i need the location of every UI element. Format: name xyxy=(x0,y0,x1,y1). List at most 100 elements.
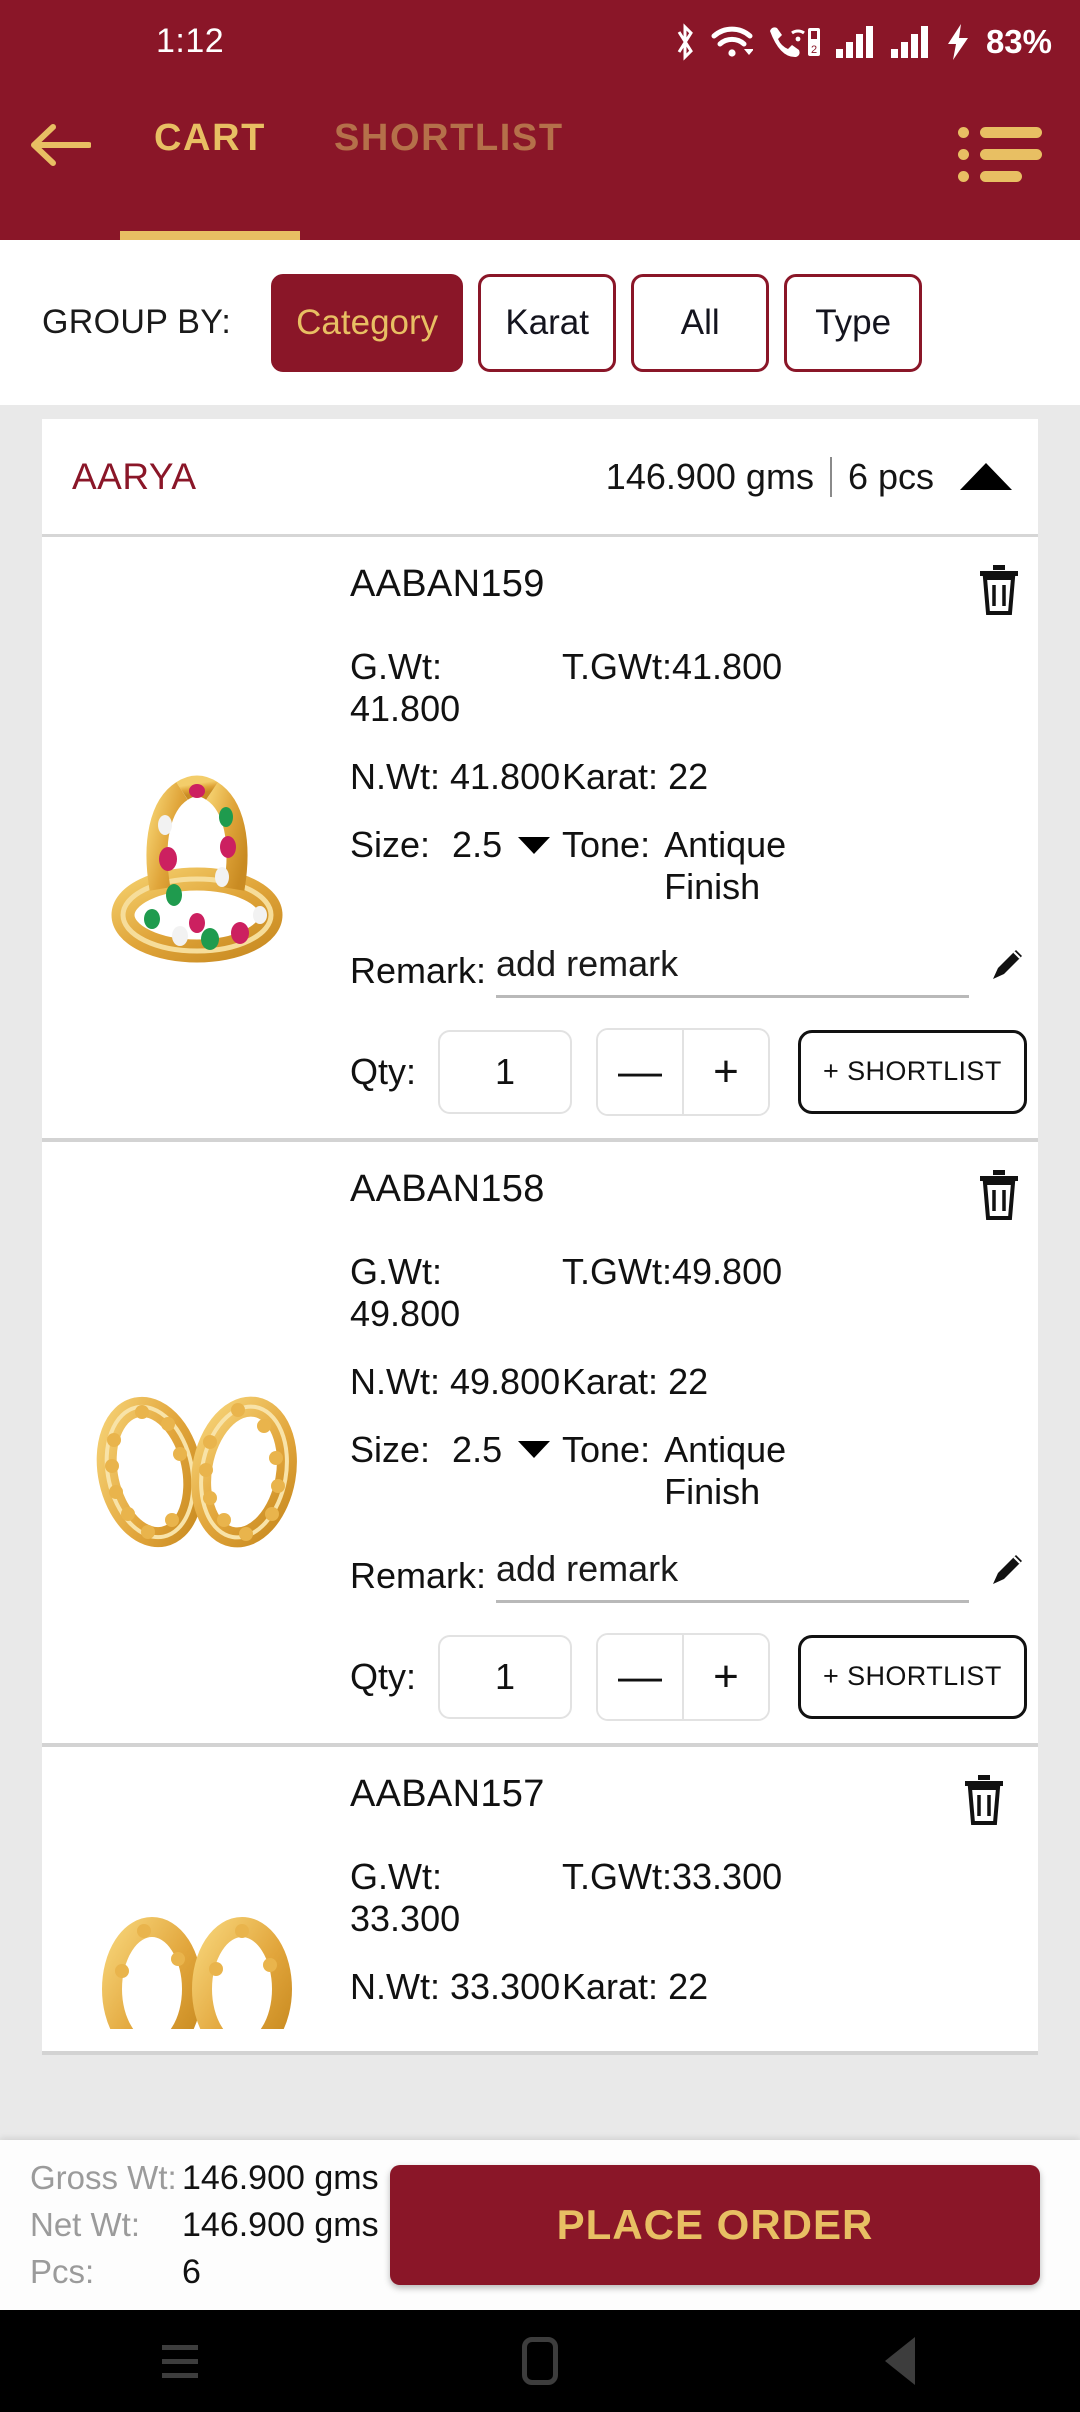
item-code: AABAN159 xyxy=(350,563,545,605)
item-tgwt: T.GWt:41.800 xyxy=(562,646,782,730)
karat-value: 22 xyxy=(668,756,709,797)
add-shortlist-button[interactable]: + SHORTLIST xyxy=(798,1029,1027,1114)
nwt-label: N.Wt: xyxy=(350,1360,440,1402)
item-details: AABAN159 G.Wt: 41.800 T.GWt:41.800 N.Wt:… xyxy=(342,563,1027,1116)
pencil-icon[interactable] xyxy=(987,1550,1027,1603)
recents-button[interactable] xyxy=(120,2310,240,2412)
signal-sim2-icon xyxy=(890,25,928,58)
qty-increment-button[interactable]: + xyxy=(684,1029,769,1114)
item-tone: Tone: Antique Finish xyxy=(562,824,860,909)
item-nwt: N.Wt: 49.800 xyxy=(350,1361,562,1403)
item-code: AABAN158 xyxy=(350,1167,545,1210)
back-nav-button[interactable] xyxy=(840,2310,960,2412)
qty-input[interactable]: 1 xyxy=(438,1029,573,1114)
item-code: AABAN157 xyxy=(350,1772,545,1815)
trash-icon[interactable] xyxy=(962,1773,1006,1830)
group-header[interactable]: AARYA 146.900 gms 6 pcs xyxy=(42,419,1038,537)
item-weight-row: G.Wt: 49.800 T.GWt:49.800 xyxy=(350,1251,1027,1335)
gwt-label: G.Wt: xyxy=(350,1855,442,1897)
item-thumbnail[interactable] xyxy=(52,563,342,1116)
android-nav-bar xyxy=(0,2310,1080,2412)
item-weight-row: G.Wt: 33.300 T.GWt:33.300 xyxy=(350,1856,1012,1940)
gross-wt-value: 146.900 gms xyxy=(182,2158,379,2197)
tgwt-label: T.GWt: xyxy=(562,1855,672,1897)
group-weight: 146.900 gms xyxy=(605,455,814,497)
item-qty-row: Qty: 1 — + + SHORTLIST xyxy=(350,1632,1027,1721)
item-thumbnail[interactable] xyxy=(52,1168,342,1721)
remark-input[interactable]: add remark xyxy=(496,1548,969,1603)
summary-gross-row: Gross Wt: 146.900 gms xyxy=(30,2159,379,2198)
karat-label: Karat: xyxy=(562,756,659,797)
item-size-tone-row: Size: 2.5 Tone: Antique Finish xyxy=(350,824,1027,909)
group-pieces: 6 pcs xyxy=(847,455,934,497)
group-by-chip-type[interactable]: Type xyxy=(784,273,923,372)
tab-cart-label: CART xyxy=(154,117,266,159)
item-gwt: G.Wt: 41.800 xyxy=(350,646,562,730)
svg-text:2: 2 xyxy=(811,44,817,56)
gross-wt-label: Gross Wt: xyxy=(30,2158,177,2196)
gwt-label: G.Wt: xyxy=(350,1250,442,1292)
item-net-row: N.Wt: 33.300 Karat: 22 xyxy=(350,1966,1012,2008)
group-by-chip-karat[interactable]: Karat xyxy=(478,273,617,372)
remark-value: add remark xyxy=(496,942,679,984)
remark-input[interactable]: add remark xyxy=(496,943,969,998)
tgwt-value: 41.800 xyxy=(672,646,783,687)
cart-item: AABAN157 G.Wt: 33.300 T.GWt:33.300 N.Wt:… xyxy=(42,1746,1038,2055)
gold-bangles-image xyxy=(102,1916,292,2029)
tab-cart[interactable]: CART xyxy=(120,117,300,240)
item-title-row: AABAN158 xyxy=(350,1168,1027,1225)
vowifi-call-icon: 2 xyxy=(769,26,820,57)
qty-decrement-button[interactable]: — xyxy=(598,1029,683,1114)
cart-item: AABAN158 G.Wt: 49.800 T.GWt:49.800 N.Wt:… xyxy=(42,1141,1038,1747)
gwt-value: 41.800 xyxy=(350,688,461,729)
karat-value: 22 xyxy=(668,1360,709,1402)
item-thumbnail[interactable] xyxy=(52,1773,342,2029)
back-button[interactable] xyxy=(0,83,120,193)
pencil-icon[interactable] xyxy=(987,945,1027,998)
item-gwt: G.Wt: 49.800 xyxy=(350,1251,562,1335)
group-by-label: GROUP BY: xyxy=(42,303,232,341)
tab-shortlist[interactable]: SHORTLIST xyxy=(300,117,598,240)
tone-label: Tone: xyxy=(562,1428,651,1470)
item-details: AABAN158 G.Wt: 49.800 T.GWt:49.800 N.Wt:… xyxy=(342,1168,1027,1721)
place-order-button[interactable]: PLACE ORDER xyxy=(390,2165,1040,2285)
remark-value: add remark xyxy=(496,1547,679,1589)
qty-input[interactable]: 1 xyxy=(438,1634,573,1719)
status-icons: 2 83% xyxy=(672,23,1052,61)
group-by-bar: GROUP BY: Category Karat All Type xyxy=(0,240,1080,405)
summary-net-row: Net Wt: 146.900 gms xyxy=(30,2206,379,2245)
item-size-tone-row: Size: 2.5 Tone: Antique Finish xyxy=(350,1429,1027,1514)
tgwt-label: T.GWt: xyxy=(562,646,672,687)
trash-icon[interactable] xyxy=(977,563,1021,620)
item-karat: Karat: 22 xyxy=(562,1966,708,2008)
cart-list[interactable]: AARYA 146.900 gms 6 pcs AABAN159 G.Wt: 4… xyxy=(0,405,1080,2140)
recents-icon xyxy=(162,2344,198,2378)
app-screen: 1:12 2 83% CART SHORTLIST GROUP BY: Cate… xyxy=(0,0,1080,2412)
pcs-value: 6 xyxy=(182,2252,201,2291)
app-bar: CART SHORTLIST xyxy=(0,83,1080,240)
group-by-chip-all[interactable]: All xyxy=(631,273,770,372)
trash-icon[interactable] xyxy=(977,1168,1021,1225)
size-selector[interactable]: Size: 2.5 xyxy=(350,824,562,866)
list-menu-icon[interactable] xyxy=(958,119,1044,189)
qty-increment-button[interactable]: + xyxy=(684,1634,769,1719)
add-shortlist-button[interactable]: + SHORTLIST xyxy=(798,1634,1027,1719)
cart-item: AABAN159 G.Wt: 41.800 T.GWt:41.800 N.Wt:… xyxy=(42,537,1038,1142)
item-remark-row: Remark: add remark xyxy=(350,943,1027,998)
gwt-label: G.Wt: xyxy=(350,646,442,687)
item-gwt: G.Wt: 33.300 xyxy=(350,1856,562,1940)
net-wt-value: 146.900 gms xyxy=(182,2205,379,2244)
size-selector[interactable]: Size: 2.5 xyxy=(350,1429,562,1471)
nwt-value: 41.800 xyxy=(450,756,561,797)
tone-label: Tone: xyxy=(562,824,651,865)
item-details: AABAN157 G.Wt: 33.300 T.GWt:33.300 N.Wt:… xyxy=(342,1773,1012,2029)
qty-decrement-button[interactable]: — xyxy=(598,1634,683,1719)
group-name: AARYA xyxy=(72,455,197,497)
group-by-chip-category[interactable]: Category xyxy=(271,273,464,372)
caret-down-icon xyxy=(518,1441,551,1459)
caret-up-icon[interactable] xyxy=(960,463,1012,490)
home-button[interactable] xyxy=(480,2310,600,2412)
group-separator xyxy=(829,456,832,497)
charging-bolt-icon xyxy=(947,23,968,60)
tab-shortlist-label: SHORTLIST xyxy=(333,117,564,159)
